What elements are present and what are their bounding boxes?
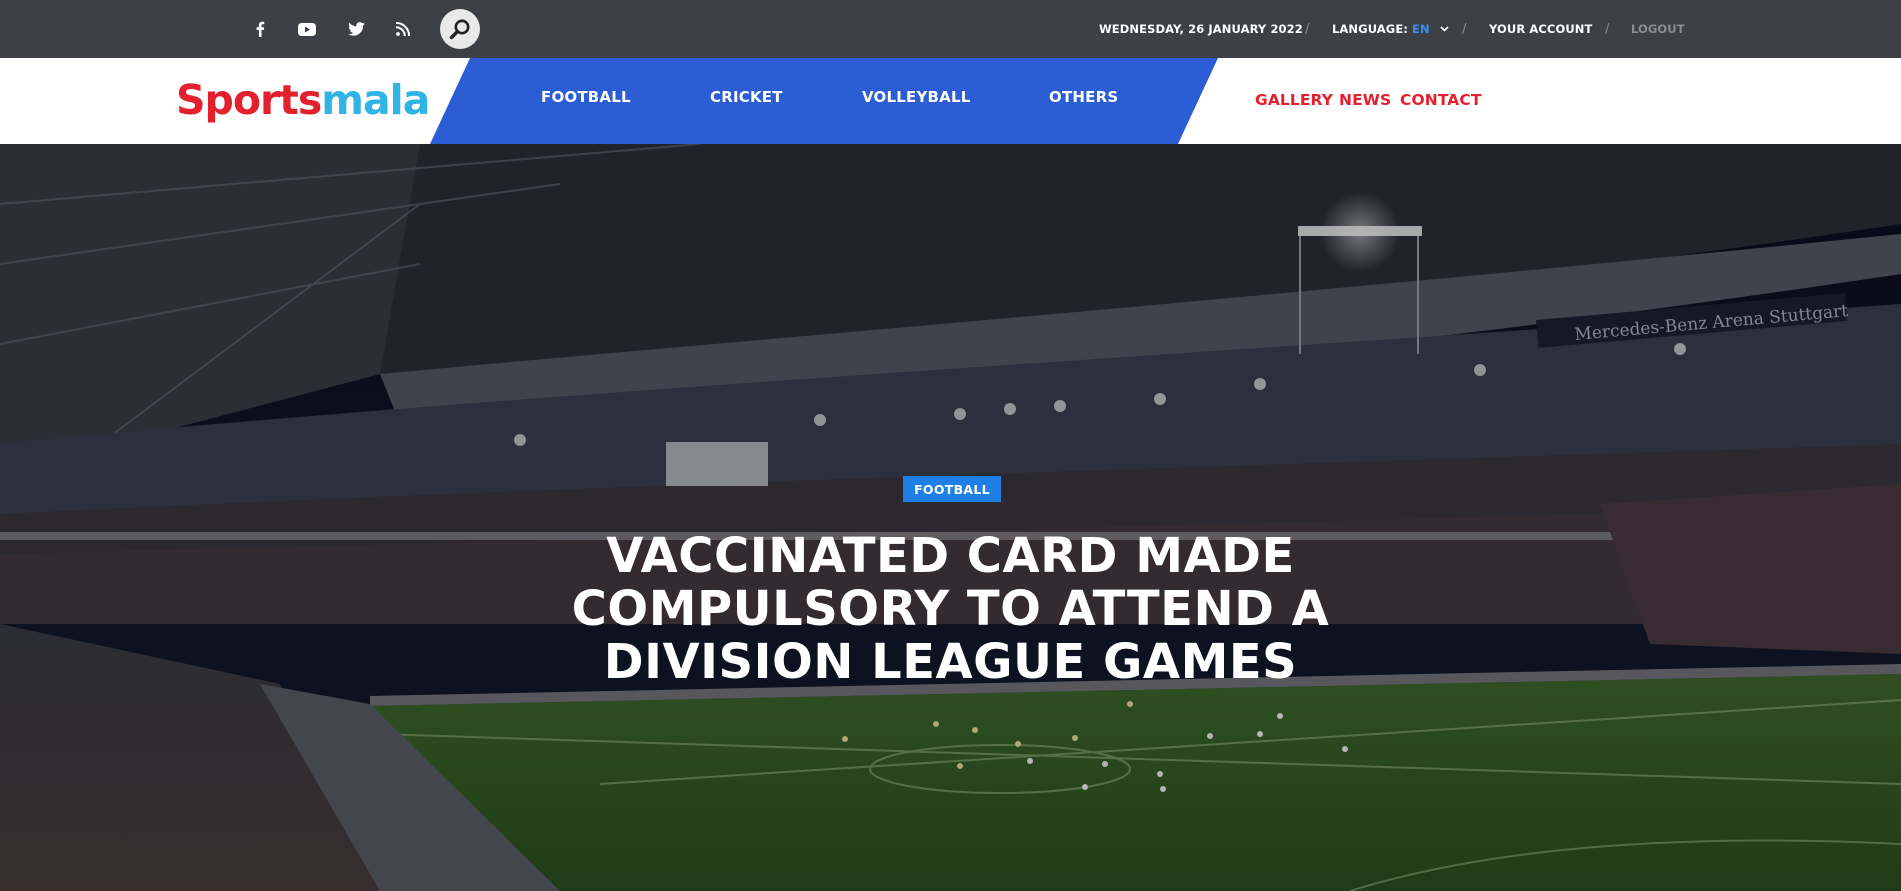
twitter-icon[interactable] [344, 17, 368, 41]
nav-item-gallery[interactable]: GALLERY [1255, 91, 1333, 109]
logo-text-sports: Sports [176, 76, 322, 124]
top-bar: WEDNESDAY, 26 JANUARY 2022 / LANGUAGE: E… [0, 0, 1901, 58]
nav-item-volleyball[interactable]: VOLLEYBALL [862, 88, 970, 106]
nav-item-football[interactable]: FOOTBALL [541, 88, 631, 106]
nav-item-cricket[interactable]: CRICKET [710, 88, 783, 106]
hero-banner[interactable]: Mercedes-Benz Arena Stuttgart FOOTBALL V… [0, 144, 1901, 891]
logo-text-mala: mala [321, 76, 430, 124]
language-value: EN [1411, 22, 1430, 36]
search-button[interactable] [440, 9, 480, 49]
youtube-icon[interactable] [295, 17, 319, 41]
hero-headline[interactable]: VACCINATED CARD MADE COMPULSORY TO ATTEN… [450, 530, 1451, 689]
nav-item-news[interactable]: NEWS [1339, 91, 1391, 109]
facebook-icon[interactable] [248, 17, 272, 41]
site-logo[interactable]: Sportsmala [176, 80, 430, 121]
nav-item-contact[interactable]: CONTACT [1400, 91, 1482, 109]
nav-item-others[interactable]: OTHERS [1049, 88, 1118, 106]
separator: / [1605, 21, 1610, 37]
chevron-down-icon [1440, 26, 1449, 32]
main-header: Sportsmala FOOTBALL CRICKET VOLLEYBALL O… [0, 58, 1901, 144]
language-selector[interactable]: LANGUAGE: EN [1332, 0, 1449, 58]
logout-link[interactable]: LOGOUT [1631, 0, 1685, 58]
separator: / [1462, 21, 1467, 37]
category-badge[interactable]: FOOTBALL [903, 476, 1001, 502]
your-account-link[interactable]: YOUR ACCOUNT [1489, 0, 1592, 58]
search-icon [449, 18, 471, 40]
stadium-photo: Mercedes-Benz Arena Stuttgart [0, 144, 1901, 891]
rss-icon[interactable] [391, 17, 415, 41]
separator: / [1305, 21, 1310, 37]
language-label: LANGUAGE: [1332, 22, 1408, 36]
current-date: WEDNESDAY, 26 JANUARY 2022 [1099, 22, 1303, 36]
